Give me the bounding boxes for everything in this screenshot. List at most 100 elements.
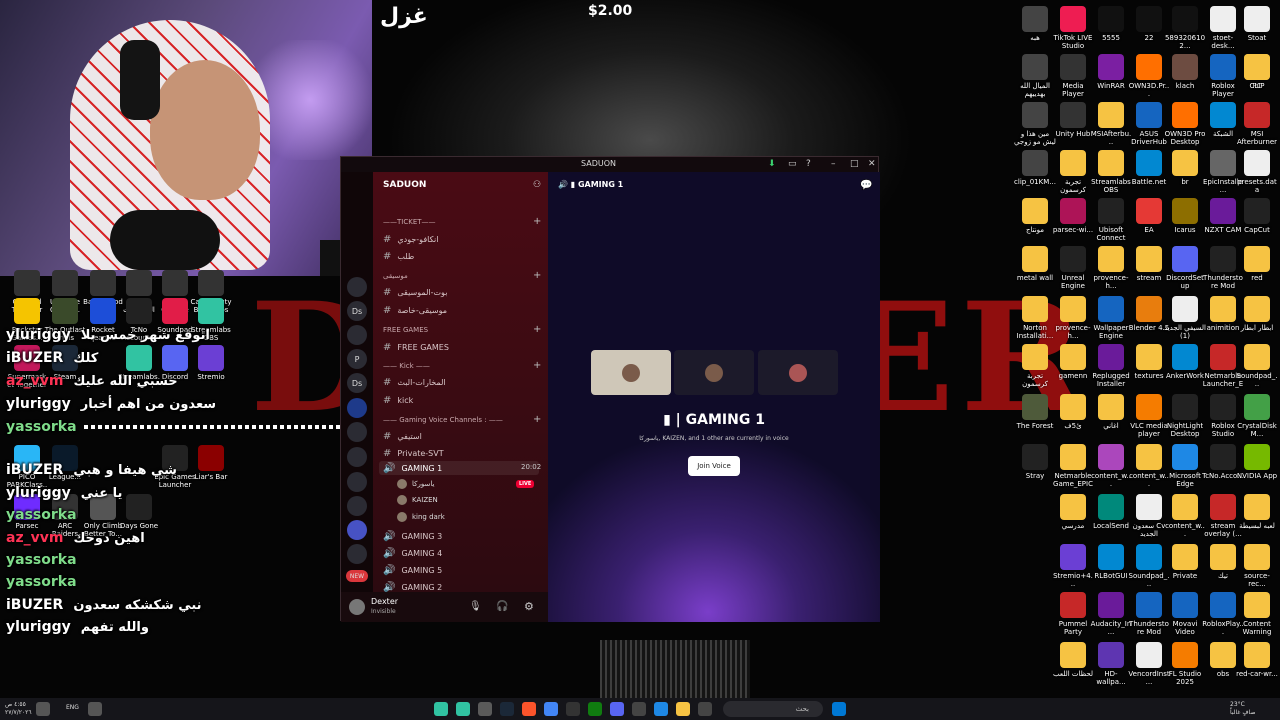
desktop-shortcut[interactable]: NVIDIA App [1236, 444, 1278, 480]
gear-icon[interactable]: ⚙ [524, 600, 534, 613]
desktop-shortcut[interactable]: red-car-wr... [1236, 642, 1278, 678]
add-channel-icon[interactable]: + [533, 324, 541, 335]
desktop-shortcut[interactable]: AnkerWork [1164, 344, 1206, 380]
voice-channel[interactable]: 🔊 GAMING 3 [383, 531, 442, 542]
update-icon[interactable]: ⬇ [768, 159, 776, 169]
text-channel[interactable]: # المخارات-البث [383, 377, 446, 388]
desktop-shortcut[interactable]: CLIP [1236, 54, 1278, 90]
desktop-shortcut[interactable]: provence-h... [1090, 246, 1132, 290]
desktop-shortcut[interactable]: Unity Hub [1052, 102, 1094, 138]
desktop-shortcut[interactable]: provence-h... [1052, 296, 1094, 340]
server-name[interactable]: SADUON [383, 180, 426, 190]
desktop-shortcut[interactable]: Content Warning [1236, 592, 1278, 636]
headphones-icon[interactable]: 🎧 [496, 601, 508, 612]
desktop-shortcut[interactable]: OWN3D Pro Desktop [1164, 102, 1206, 146]
text-channel[interactable]: # FREE GAMES [383, 342, 449, 353]
text-channel[interactable]: # انكافو-جودي [383, 234, 438, 245]
desktop-shortcut[interactable]: MSI Afterburner [1236, 102, 1278, 146]
desktop-shortcut[interactable]: ئ5ف [1052, 394, 1094, 430]
close-icon[interactable]: ✕ [868, 159, 876, 169]
desktop-shortcut[interactable]: WinRAR [1090, 54, 1132, 90]
desktop-shortcut[interactable]: Unreal Engine [1052, 246, 1094, 290]
desktop-shortcut[interactable]: Icarus [1164, 198, 1206, 234]
desktop-shortcut[interactable]: Netmarble Game_EPIC [1052, 444, 1094, 488]
channel-category[interactable]: موسيقى [383, 272, 408, 280]
desktop-shortcut[interactable]: Days Gone [118, 494, 160, 530]
desktop-shortcut[interactable]: Private [1164, 544, 1206, 580]
desktop-shortcut[interactable]: DiscordSetup [1164, 246, 1206, 290]
server-icon[interactable] [347, 422, 367, 442]
desktop-shortcut[interactable]: Streamlabs OBS [1090, 150, 1132, 194]
desktop-shortcut[interactable]: Movavi Video Edit... [1164, 592, 1206, 636]
clock[interactable]: ٤:٥٥ ص ٢٧/٧/٢٠٢٦ [5, 701, 32, 717]
windows-start-icon[interactable] [832, 702, 846, 716]
desktop-shortcut[interactable]: LocalSend [1090, 494, 1132, 530]
taskbar-app-icon[interactable] [478, 702, 492, 716]
channel-category[interactable]: FREE GAMES [383, 326, 428, 334]
discord-window[interactable]: SADUON ⬇ ▭ ? – □ ✕ Ds P Ds NEW SADUON ⚇ [340, 156, 880, 622]
server-icon[interactable] [347, 544, 367, 564]
desktop-shortcut[interactable]: NightLight Desktop [1164, 394, 1206, 438]
desktop-shortcut[interactable]: Audacity_In... [1090, 592, 1132, 636]
desktop-shortcut[interactable]: Norton Installati... [1014, 296, 1056, 340]
desktop-shortcut[interactable]: FL Studio 2025 [1164, 642, 1206, 686]
text-channel[interactable]: # بوت-الموسيقى [383, 287, 447, 298]
minimize-icon[interactable]: – [831, 159, 836, 169]
discord-titlebar[interactable]: SADUON ⬇ ▭ ? – □ ✕ [341, 157, 878, 172]
desktop-shortcut[interactable]: MSIAfterbu... [1090, 102, 1132, 146]
discord-icon[interactable] [610, 702, 624, 716]
usb-icon[interactable] [88, 702, 102, 716]
help-icon[interactable]: ? [806, 159, 811, 169]
search-box[interactable]: بحث [723, 701, 823, 717]
server-icon[interactable] [347, 277, 367, 297]
server-icon[interactable] [347, 447, 367, 467]
desktop-shortcut[interactable]: ابطار ابطار [1236, 296, 1278, 332]
weather-widget[interactable]: 23°C صافٍ غالباً [1230, 701, 1255, 717]
text-channel[interactable]: # استيفي [383, 431, 422, 442]
taskbar-app-icon[interactable] [632, 702, 646, 716]
maximize-icon[interactable]: □ [850, 159, 859, 169]
desktop-shortcut[interactable]: content_w... [1090, 444, 1132, 488]
desktop-shortcut[interactable]: لحظات اللعب [1052, 642, 1094, 678]
desktop-shortcut[interactable]: TikTok LIVE Studio [1052, 6, 1094, 50]
text-channel[interactable]: # موسيقى-خاصة [383, 305, 447, 316]
taskbar-app-icon[interactable] [456, 702, 470, 716]
desktop-shortcut[interactable]: Wallpaper Engine [1090, 296, 1132, 340]
voice-channel[interactable]: 🔊 GAMING 5 [383, 565, 442, 576]
xbox-icon[interactable] [588, 702, 602, 716]
desktop-shortcut[interactable]: Stoat [1236, 6, 1278, 42]
desktop-shortcut[interactable]: Stremio+4... [1052, 544, 1094, 588]
desktop-shortcut[interactable]: 5893206102... [1164, 6, 1206, 50]
add-member-icon[interactable]: ⚇ [533, 180, 541, 190]
edge-icon[interactable] [654, 702, 668, 716]
server-p[interactable]: P [347, 349, 367, 369]
text-channel[interactable]: # طلب [383, 251, 414, 262]
desktop-shortcut[interactable]: The Forest [1014, 394, 1056, 430]
taskbar-app-icon[interactable] [434, 702, 448, 716]
voice-channel-gaming-1[interactable]: 🔊 GAMING 1 [379, 461, 539, 475]
inbox-icon[interactable]: ▭ [788, 159, 797, 169]
desktop-shortcut[interactable]: presets.data [1236, 150, 1278, 194]
join-voice-button[interactable]: Join Voice [688, 456, 740, 476]
server-icon[interactable] [347, 398, 367, 418]
desktop-shortcut[interactable]: parsec-wi... [1052, 198, 1094, 234]
voice-user[interactable]: KAIZEN [397, 495, 438, 505]
desktop-shortcut[interactable]: red [1236, 246, 1278, 282]
desktop-shortcut[interactable]: مونتاج [1014, 198, 1056, 234]
desktop-shortcut[interactable]: الميال الله بهدييهم [1014, 54, 1056, 98]
voice-user[interactable]: king dark [397, 512, 445, 522]
desktop-shortcut[interactable]: Pummel Party [1052, 592, 1094, 636]
server-ds-2[interactable]: Ds [347, 373, 367, 393]
add-channel-icon[interactable]: + [533, 270, 541, 281]
taskbar-app-icon[interactable] [566, 702, 580, 716]
desktop-shortcut[interactable]: clip_01KM... [1014, 150, 1056, 186]
desktop-shortcut[interactable]: السيفي الجديد (1) [1164, 296, 1206, 340]
desktop-shortcut[interactable]: content_w... [1164, 494, 1206, 538]
voice-channel[interactable]: 🔊 GAMING 4 [383, 548, 442, 559]
desktop-shortcut[interactable]: تجربة كرسمون [1014, 344, 1056, 388]
server-ds-1[interactable]: Ds [347, 301, 367, 321]
desktop-shortcut[interactable]: Media Player Classic [1052, 54, 1094, 98]
avatar[interactable] [349, 599, 365, 615]
language-indicator[interactable]: ENG [66, 704, 79, 711]
desktop-shortcut[interactable]: HD-wallpa... [1090, 642, 1132, 686]
